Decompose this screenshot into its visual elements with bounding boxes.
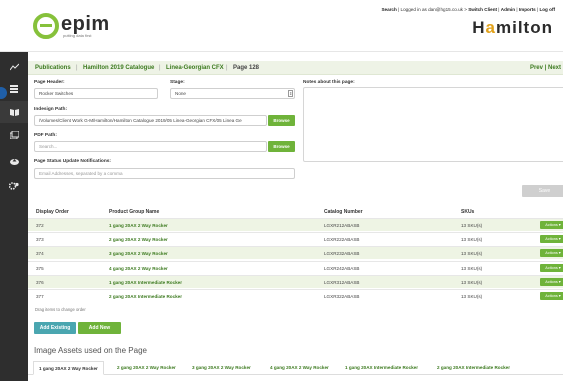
table-row[interactable]: 376 1 gang 20AX Intermediate Rocker LGXR… xyxy=(28,275,563,288)
table-row[interactable]: 372 1 gang 20AX 2 Way Rocker LGXR212ABAS… xyxy=(28,218,563,231)
page-header-label: Page Header: xyxy=(34,80,65,85)
breadcrumb-catalogue[interactable]: Hamilton 2019 Catalogue xyxy=(83,65,154,71)
stage-label: Stage: xyxy=(170,80,185,85)
table-header: Display Order Product Group Name Catalog… xyxy=(28,206,563,218)
pdf-browse-button[interactable]: Browse xyxy=(268,141,295,152)
tab-asset-4[interactable]: 4 gang 20AX 2 Way Rocker xyxy=(265,361,334,375)
indesign-path-input[interactable]: /Volumes/Client Work G-M/Hamilton/Hamilt… xyxy=(34,115,267,126)
drag-order-hint: Drag items to change order xyxy=(35,307,86,312)
prev-next-links[interactable]: Prev | Next xyxy=(530,65,561,71)
product-group-link[interactable]: 4 gang 20AX 2 Way Rocker xyxy=(109,266,168,271)
pdf-path-input[interactable]: Search... xyxy=(34,141,267,152)
logo-tagline: putting data first xyxy=(63,32,92,38)
actions-dropdown-button[interactable]: Actions ▾ xyxy=(540,292,563,300)
tab-asset-3[interactable]: 3 gang 20AX 2 Way Rocker xyxy=(187,361,256,375)
notes-textarea[interactable] xyxy=(303,87,563,162)
actions-dropdown-button[interactable]: Actions ▾ xyxy=(540,221,563,229)
actions-dropdown-button[interactable]: Actions ▾ xyxy=(540,235,563,243)
logo-e-mark xyxy=(33,13,59,39)
col-catalog-number: Catalog Number xyxy=(324,209,363,215)
table-row[interactable]: 374 3 gang 20AX 2 Way Rocker LGXR232ABAS… xyxy=(28,246,563,259)
top-links: Search | Logged in as dan@hg15.co.uk > S… xyxy=(381,7,555,12)
epim-logo[interactable]: epim putting data first xyxy=(33,13,110,39)
col-product-group-name: Product Group Name xyxy=(109,209,160,215)
status-notifications-label: Page Status Update Notifications: xyxy=(34,159,112,164)
breadcrumb-section[interactable]: Linea-Georgian CFX xyxy=(166,65,224,71)
sidebar xyxy=(0,52,28,381)
switch-client-link[interactable]: Switch Client xyxy=(468,7,497,12)
imports-link[interactable]: Imports xyxy=(519,7,536,12)
admin-link[interactable]: Admin xyxy=(501,7,515,12)
tab-asset-1[interactable]: 1 gang 20AX 2 Way Rocker xyxy=(33,361,104,375)
add-existing-button[interactable]: Add Existing xyxy=(34,322,76,334)
search-link[interactable]: Search xyxy=(381,7,396,12)
pdf-path-label: PDF Path: xyxy=(34,133,57,138)
tab-asset-5[interactable]: 1 gang 20AX Intermediate Rocker xyxy=(340,361,423,375)
chart-icon[interactable] xyxy=(0,56,28,78)
select-caret-icon: ⇕ xyxy=(288,90,293,97)
breadcrumb-publications[interactable]: Publications xyxy=(35,65,71,71)
stage-select[interactable]: None ⇕ xyxy=(170,88,295,99)
top-header: epim putting data first Search | Logged … xyxy=(0,0,563,52)
product-group-link[interactable]: 3 gang 20AX 2 Way Rocker xyxy=(109,251,168,256)
book-icon[interactable] xyxy=(0,101,28,123)
indesign-path-label: Indesign Path: xyxy=(34,107,68,112)
col-display-order: Display Order xyxy=(36,209,69,215)
breadcrumb: Publications | Hamilton 2019 Catalogue |… xyxy=(28,61,563,75)
indesign-browse-button[interactable]: Browse xyxy=(268,115,295,126)
settings-icon[interactable] xyxy=(0,175,28,197)
page-header-input[interactable]: Rocker Switches xyxy=(34,88,158,99)
client-brand-logo: Hamilton xyxy=(472,18,553,37)
product-group-link[interactable]: 2 gang 20AX Intermediate Rocker xyxy=(109,294,182,299)
actions-dropdown-button[interactable]: Actions ▾ xyxy=(540,249,563,257)
catalogue-icon[interactable] xyxy=(0,124,28,146)
add-new-button[interactable]: Add New xyxy=(78,322,121,334)
table-row[interactable]: 377 2 gang 20AX Intermediate Rocker LGXR… xyxy=(28,289,563,302)
image-asset-tabs: 1 gang 20AX 2 Way Rocker 2 gang 20AX 2 W… xyxy=(28,361,563,375)
status-notifications-input[interactable]: Email Addresses, separated by a comma xyxy=(34,168,295,179)
breadcrumb-current-page: Page 128 xyxy=(233,65,260,71)
notes-label: Notes about this page: xyxy=(303,80,355,85)
product-group-link[interactable]: 1 gang 20AX Intermediate Rocker xyxy=(109,280,182,285)
image-assets-title: Image Assets used on the Page xyxy=(34,346,147,355)
product-group-link[interactable]: 2 gang 20AX 2 Way Rocker xyxy=(109,237,168,242)
save-button[interactable]: Save xyxy=(522,185,563,197)
logo-word: epim xyxy=(61,12,110,35)
table-row[interactable]: 375 4 gang 20AX 2 Way Rocker LGXR242ABAS… xyxy=(28,261,563,274)
log-off-link[interactable]: Log off xyxy=(539,7,555,12)
logged-in-text: Logged in as dan@hg15.co.uk xyxy=(400,7,463,12)
actions-dropdown-button[interactable]: Actions ▾ xyxy=(540,278,563,286)
col-skus: SKUs xyxy=(461,209,475,215)
table-row[interactable]: 373 2 gang 20AX 2 Way Rocker LGXR222ABAS… xyxy=(28,232,563,245)
product-group-link[interactable]: 1 gang 20AX 2 Way Rocker xyxy=(109,223,168,228)
tab-asset-6[interactable]: 2 gang 20AX Intermediate Rocker xyxy=(432,361,515,375)
tab-asset-2[interactable]: 2 gang 20AX 2 Way Rocker xyxy=(112,361,181,375)
upload-icon[interactable] xyxy=(0,150,28,172)
actions-dropdown-button[interactable]: Actions ▾ xyxy=(540,264,563,272)
